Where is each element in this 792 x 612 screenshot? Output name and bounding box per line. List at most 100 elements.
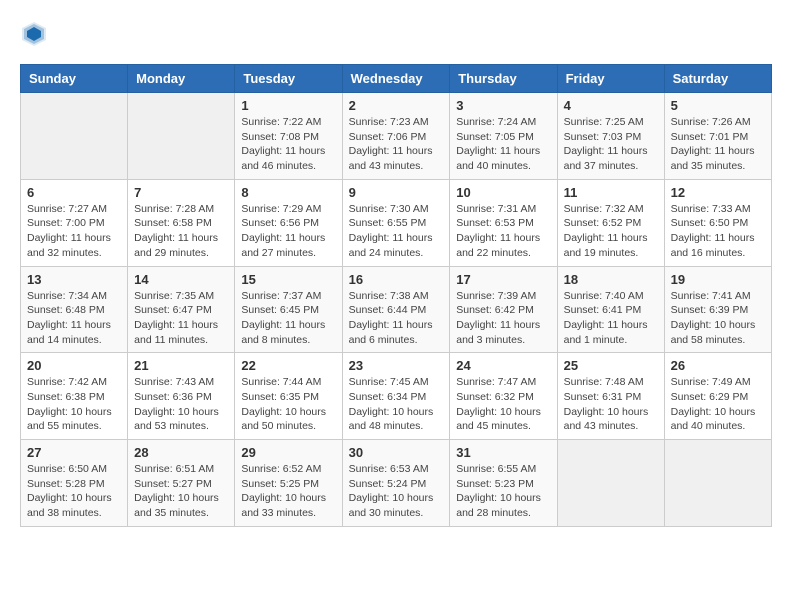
calendar-weekday-header: Thursday — [450, 65, 557, 93]
day-number: 20 — [27, 358, 121, 373]
day-info: Sunrise: 7:42 AM Sunset: 6:38 PM Dayligh… — [27, 375, 121, 434]
day-number: 21 — [134, 358, 228, 373]
day-info: Sunrise: 7:43 AM Sunset: 6:36 PM Dayligh… — [134, 375, 228, 434]
calendar-cell — [21, 93, 128, 180]
calendar-cell: 13 Sunrise: 7:34 AM Sunset: 6:48 PM Dayli… — [21, 266, 128, 353]
calendar-weekday-header: Monday — [128, 65, 235, 93]
calendar-cell: 6 Sunrise: 7:27 AM Sunset: 7:00 PM Daylig… — [21, 179, 128, 266]
day-info: Sunrise: 7:29 AM Sunset: 6:56 PM Dayligh… — [241, 202, 335, 261]
day-number: 30 — [349, 445, 444, 460]
day-info: Sunrise: 7:49 AM Sunset: 6:29 PM Dayligh… — [671, 375, 765, 434]
calendar-cell — [128, 93, 235, 180]
calendar-cell: 1Sunrise: 7:22 AM Sunset: 7:08 PM Daylig… — [235, 93, 342, 180]
day-number: 5 — [671, 98, 765, 113]
logo — [20, 20, 52, 48]
day-number: 24 — [456, 358, 550, 373]
day-number: 3 — [456, 98, 550, 113]
day-number: 11 — [564, 185, 658, 200]
page-header — [20, 20, 772, 48]
day-number: 19 — [671, 272, 765, 287]
day-info: Sunrise: 7:34 AM Sunset: 6:48 PM Dayligh… — [27, 289, 121, 348]
calendar-cell: 25 Sunrise: 7:48 AM Sunset: 6:31 PM Dayli… — [557, 353, 664, 440]
day-info: Sunrise: 7:24 AM Sunset: 7:05 PM Dayligh… — [456, 115, 550, 174]
day-number: 17 — [456, 272, 550, 287]
calendar-cell: 21 Sunrise: 7:43 AM Sunset: 6:36 PM Dayli… — [128, 353, 235, 440]
day-number: 25 — [564, 358, 658, 373]
day-number: 26 — [671, 358, 765, 373]
calendar-cell: 17 Sunrise: 7:39 AM Sunset: 6:42 PM Dayli… — [450, 266, 557, 353]
calendar-week-row: 6 Sunrise: 7:27 AM Sunset: 7:00 PM Daylig… — [21, 179, 772, 266]
calendar-weekday-header: Saturday — [664, 65, 771, 93]
day-number: 28 — [134, 445, 228, 460]
day-number: 16 — [349, 272, 444, 287]
calendar-header-row: SundayMondayTuesdayWednesdayThursdayFrid… — [21, 65, 772, 93]
day-number: 6 — [27, 185, 121, 200]
calendar-week-row: 13 Sunrise: 7:34 AM Sunset: 6:48 PM Dayli… — [21, 266, 772, 353]
day-number: 12 — [671, 185, 765, 200]
day-number: 27 — [27, 445, 121, 460]
calendar-cell: 9 Sunrise: 7:30 AM Sunset: 6:55 PM Daylig… — [342, 179, 450, 266]
day-info: Sunrise: 7:27 AM Sunset: 7:00 PM Dayligh… — [27, 202, 121, 261]
calendar-cell: 14Sunrise: 7:35 AM Sunset: 6:47 PM Dayli… — [128, 266, 235, 353]
day-number: 13 — [27, 272, 121, 287]
day-info: Sunrise: 7:32 AM Sunset: 6:52 PM Dayligh… — [564, 202, 658, 261]
calendar-cell: 24 Sunrise: 7:47 AM Sunset: 6:32 PM Dayli… — [450, 353, 557, 440]
calendar-cell: 31 Sunrise: 6:55 AM Sunset: 5:23 PM Dayli… — [450, 440, 557, 527]
calendar-weekday-header: Friday — [557, 65, 664, 93]
calendar-weekday-header: Wednesday — [342, 65, 450, 93]
day-number: 14 — [134, 272, 228, 287]
day-info: Sunrise: 7:38 AM Sunset: 6:44 PM Dayligh… — [349, 289, 444, 348]
day-info: Sunrise: 6:52 AM Sunset: 5:25 PM Dayligh… — [241, 462, 335, 521]
calendar-week-row: 20 Sunrise: 7:42 AM Sunset: 6:38 PM Dayli… — [21, 353, 772, 440]
day-number: 22 — [241, 358, 335, 373]
day-info: Sunrise: 7:37 AM Sunset: 6:45 PM Dayligh… — [241, 289, 335, 348]
day-info: Sunrise: 7:44 AM Sunset: 6:35 PM Dayligh… — [241, 375, 335, 434]
calendar-cell: 30 Sunrise: 6:53 AM Sunset: 5:24 PM Dayli… — [342, 440, 450, 527]
day-info: Sunrise: 7:41 AM Sunset: 6:39 PM Dayligh… — [671, 289, 765, 348]
calendar-cell: 2 Sunrise: 7:23 AM Sunset: 7:06 PM Daylig… — [342, 93, 450, 180]
calendar-cell: 27Sunrise: 6:50 AM Sunset: 5:28 PM Dayli… — [21, 440, 128, 527]
day-info: Sunrise: 7:30 AM Sunset: 6:55 PM Dayligh… — [349, 202, 444, 261]
day-info: Sunrise: 6:51 AM Sunset: 5:27 PM Dayligh… — [134, 462, 228, 521]
calendar-cell: 19 Sunrise: 7:41 AM Sunset: 6:39 PM Dayli… — [664, 266, 771, 353]
day-info: Sunrise: 7:25 AM Sunset: 7:03 PM Dayligh… — [564, 115, 658, 174]
calendar-cell: 23 Sunrise: 7:45 AM Sunset: 6:34 PM Dayli… — [342, 353, 450, 440]
calendar-week-row: 1Sunrise: 7:22 AM Sunset: 7:08 PM Daylig… — [21, 93, 772, 180]
calendar-cell: 8Sunrise: 7:29 AM Sunset: 6:56 PM Daylig… — [235, 179, 342, 266]
day-number: 31 — [456, 445, 550, 460]
day-info: Sunrise: 7:47 AM Sunset: 6:32 PM Dayligh… — [456, 375, 550, 434]
calendar-cell: 29 Sunrise: 6:52 AM Sunset: 5:25 PM Dayli… — [235, 440, 342, 527]
day-info: Sunrise: 7:45 AM Sunset: 6:34 PM Dayligh… — [349, 375, 444, 434]
day-info: Sunrise: 7:31 AM Sunset: 6:53 PM Dayligh… — [456, 202, 550, 261]
day-info: Sunrise: 7:28 AM Sunset: 6:58 PM Dayligh… — [134, 202, 228, 261]
calendar-weekday-header: Sunday — [21, 65, 128, 93]
calendar-week-row: 27Sunrise: 6:50 AM Sunset: 5:28 PM Dayli… — [21, 440, 772, 527]
calendar-cell: 28 Sunrise: 6:51 AM Sunset: 5:27 PM Dayli… — [128, 440, 235, 527]
calendar-cell: 16 Sunrise: 7:38 AM Sunset: 6:44 PM Dayli… — [342, 266, 450, 353]
day-info: Sunrise: 7:48 AM Sunset: 6:31 PM Dayligh… — [564, 375, 658, 434]
day-info: Sunrise: 7:23 AM Sunset: 7:06 PM Dayligh… — [349, 115, 444, 174]
day-info: Sunrise: 7:22 AM Sunset: 7:08 PM Dayligh… — [241, 115, 335, 174]
day-info: Sunrise: 7:26 AM Sunset: 7:01 PM Dayligh… — [671, 115, 765, 174]
day-number: 2 — [349, 98, 444, 113]
day-number: 23 — [349, 358, 444, 373]
calendar-cell — [664, 440, 771, 527]
calendar-cell: 22 Sunrise: 7:44 AM Sunset: 6:35 PM Dayli… — [235, 353, 342, 440]
calendar-weekday-header: Tuesday — [235, 65, 342, 93]
calendar-cell: 20 Sunrise: 7:42 AM Sunset: 6:38 PM Dayli… — [21, 353, 128, 440]
day-info: Sunrise: 7:39 AM Sunset: 6:42 PM Dayligh… — [456, 289, 550, 348]
calendar-cell — [557, 440, 664, 527]
day-number: 4 — [564, 98, 658, 113]
calendar-cell: 26 Sunrise: 7:49 AM Sunset: 6:29 PM Dayli… — [664, 353, 771, 440]
calendar-cell: 4 Sunrise: 7:25 AM Sunset: 7:03 PM Daylig… — [557, 93, 664, 180]
calendar-cell: 18Sunrise: 7:40 AM Sunset: 6:41 PM Dayli… — [557, 266, 664, 353]
day-number: 9 — [349, 185, 444, 200]
logo-icon — [20, 20, 48, 48]
day-number: 18 — [564, 272, 658, 287]
day-info: Sunrise: 7:33 AM Sunset: 6:50 PM Dayligh… — [671, 202, 765, 261]
day-info: Sunrise: 6:55 AM Sunset: 5:23 PM Dayligh… — [456, 462, 550, 521]
day-number: 10 — [456, 185, 550, 200]
day-number: 29 — [241, 445, 335, 460]
day-info: Sunrise: 6:53 AM Sunset: 5:24 PM Dayligh… — [349, 462, 444, 521]
calendar-cell: 11 Sunrise: 7:32 AM Sunset: 6:52 PM Dayli… — [557, 179, 664, 266]
